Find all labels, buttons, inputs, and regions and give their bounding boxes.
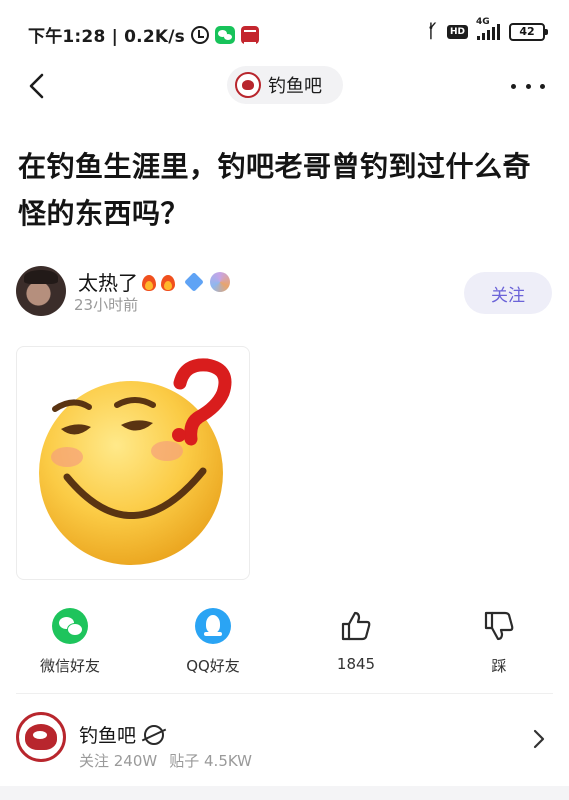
qq-icon — [195, 608, 231, 644]
confused-emoji-icon — [39, 358, 232, 565]
flame-icon — [160, 272, 176, 292]
planet-icon — [144, 724, 165, 745]
dislike-label: 踩 — [491, 657, 507, 675]
forum-pill-name: 钓鱼吧 — [268, 76, 322, 97]
chevron-right-icon — [533, 729, 545, 749]
wechat-icon — [52, 608, 88, 644]
author-name[interactable]: 太热了 — [78, 267, 138, 296]
forum-card[interactable]: 钓鱼吧 关注 240W 贴子 4.5KW — [0, 700, 569, 778]
signal-icon: 4G — [476, 17, 500, 40]
thumbs-up-icon — [341, 611, 371, 641]
status-bar: 下午1:28 | 0.2K/s ᚶ HD 4G 42 — [0, 0, 569, 62]
battery-level: 42 — [519, 25, 535, 38]
post-image[interactable] — [16, 346, 250, 580]
status-left: 下午1:28 | 0.2K/s — [28, 22, 259, 47]
more-dots-icon[interactable] — [511, 76, 545, 96]
forum-card-stats: 关注 240W 贴子 4.5KW — [79, 750, 252, 771]
like-count: 1845 — [336, 655, 376, 673]
forum-posts: 贴子 4.5KW — [169, 752, 252, 770]
bluetooth-icon: ᚶ — [427, 21, 438, 42]
author-name-row: 太热了 — [78, 267, 230, 296]
share-qq-button[interactable]: QQ好友 — [163, 608, 263, 676]
status-right: ᚶ HD 4G 42 — [427, 17, 548, 42]
post-title: 在钓鱼生涯里，钓吧老哥曾钓到过什么奇怪的东西吗？ — [18, 150, 532, 230]
wechat-notification-icon — [214, 25, 235, 44]
battery-icon: 42 — [509, 22, 548, 41]
thumbs-down-icon — [484, 611, 514, 641]
follow-button[interactable]: 关注 — [464, 272, 552, 314]
network-type: 4G — [476, 16, 490, 27]
share-qq-label: QQ好友 — [186, 657, 240, 675]
flame-icon — [141, 272, 157, 292]
forum-logo-icon — [235, 72, 261, 98]
like-button[interactable]: 1845 — [306, 608, 406, 673]
hd-badge: HD — [446, 24, 468, 39]
forum-followers: 关注 240W — [79, 752, 158, 770]
bottom-strip — [0, 786, 569, 800]
status-time-speed: 下午1:28 | 0.2K/s — [28, 27, 185, 47]
app-notification-icon — [240, 25, 259, 44]
forum-card-name: 钓鱼吧 — [79, 725, 137, 747]
level-badge-icon[interactable] — [184, 271, 204, 292]
share-wechat-button[interactable]: 微信好友 — [20, 608, 120, 676]
forum-card-name-row: 钓鱼吧 — [79, 721, 165, 748]
post-time: 23小时前 — [74, 296, 139, 314]
forum-pill-button[interactable]: 钓鱼吧 — [227, 66, 343, 104]
chevron-left-icon[interactable] — [24, 72, 52, 100]
divider — [16, 693, 553, 694]
share-wechat-label: 微信好友 — [39, 657, 100, 675]
alarm-icon — [190, 25, 209, 44]
forum-logo-icon — [16, 712, 66, 762]
dislike-button[interactable]: 踩 — [449, 608, 549, 676]
medal-badge-icon[interactable] — [210, 271, 230, 292]
author-avatar[interactable] — [16, 266, 66, 316]
